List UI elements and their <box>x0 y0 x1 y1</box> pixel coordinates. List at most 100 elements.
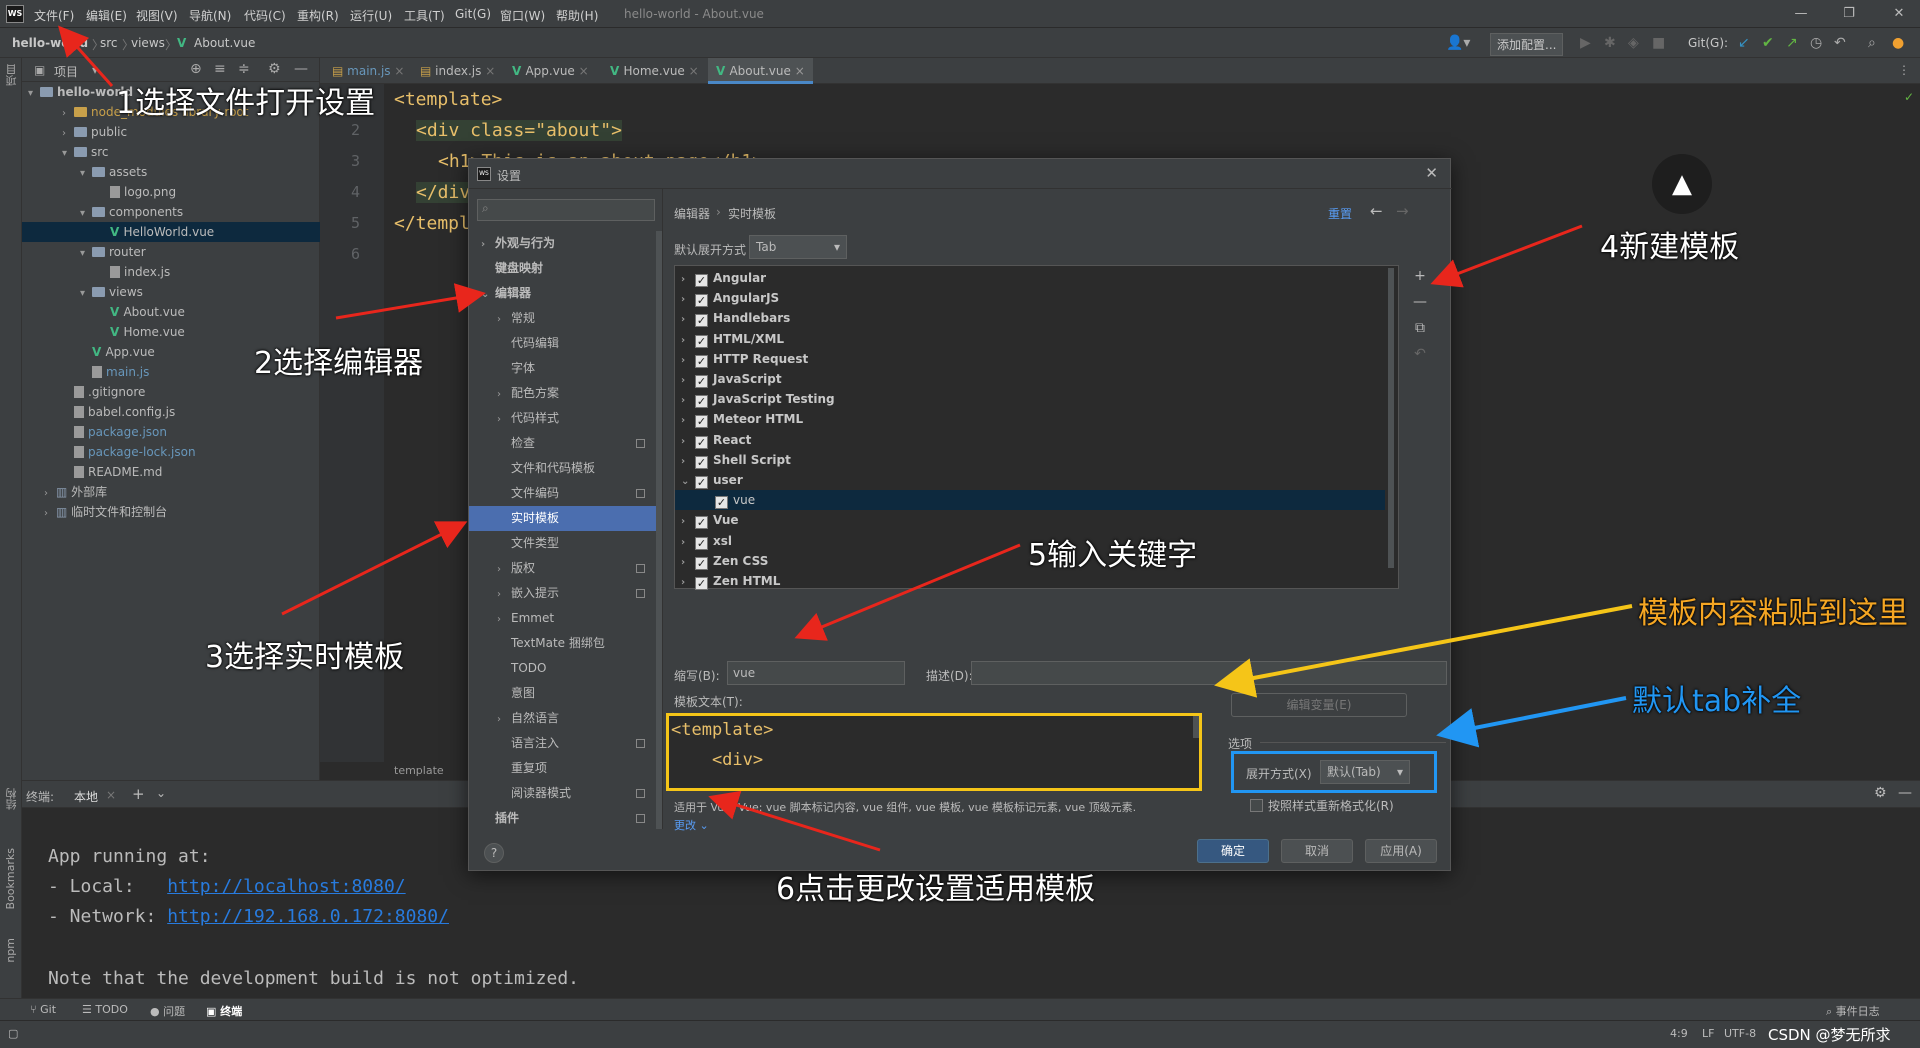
checkbox-icon[interactable]: ✓ <box>695 314 708 328</box>
tree-item[interactable]: › ▥ 外部库 <box>44 482 107 502</box>
chevron-right-icon[interactable]: › <box>681 351 695 371</box>
template-group[interactable]: › ✓ Meteor HTML <box>675 409 1385 429</box>
add-icon[interactable]: + <box>132 785 145 803</box>
settings-nav-item[interactable]: › 嵌入提示 <box>469 581 662 606</box>
copy-template-icon[interactable]: ⧉ <box>1409 317 1431 339</box>
menu-window[interactable]: 窗口(W) <box>500 7 545 24</box>
project-panel-title[interactable]: 项目 <box>54 63 78 80</box>
restore-template-icon[interactable]: ↶ <box>1409 343 1431 365</box>
template-text-editor[interactable]: <template> <div> <box>666 713 1202 791</box>
apply-button[interactable]: 应用(A) <box>1365 839 1437 863</box>
expand-with-select[interactable]: 默认(Tab) <box>1320 760 1410 784</box>
settings-nav-item[interactable]: ⌄ 编辑器 <box>469 281 662 306</box>
settings-search-input[interactable]: ⌕ <box>477 199 655 221</box>
breadcrumb-views[interactable]: views <box>131 36 165 50</box>
settings-nav-item[interactable]: › Emmet <box>469 606 662 631</box>
close-icon[interactable]: × <box>485 64 495 78</box>
todo-tool-tab[interactable]: ☰ TODO <box>82 1003 128 1016</box>
tree-item[interactable]: ▾ src <box>62 142 109 162</box>
git-commit-icon[interactable]: ✔ <box>1762 35 1774 51</box>
settings-nav-item[interactable]: 字体 <box>469 356 662 381</box>
chevron-right-icon[interactable]: › <box>681 512 695 532</box>
git-update-icon[interactable]: ↙ <box>1738 35 1750 51</box>
nav-scrollbar[interactable] <box>656 231 662 829</box>
abbreviation-input[interactable]: vue <box>727 661 905 685</box>
template-item[interactable]: ✓ vue <box>675 490 1385 511</box>
network-url-link[interactable]: http://192.168.0.172:8080/ <box>167 906 449 927</box>
terminal-tab-local[interactable]: 本地 <box>74 788 98 805</box>
terminal-tool-tab[interactable]: ▣ 终端 <box>206 1003 242 1019</box>
checkbox-icon[interactable]: ✓ <box>695 435 708 449</box>
checkbox-icon[interactable]: ✓ <box>695 354 708 368</box>
user-icon[interactable]: 👤▾ <box>1446 35 1470 51</box>
local-url-link[interactable]: http://localhost:8080/ <box>167 876 405 897</box>
chevron-right-icon[interactable]: › <box>681 432 695 452</box>
git-push-icon[interactable]: ↗ <box>1786 35 1798 51</box>
history-icon[interactable]: ◷ <box>1810 35 1822 51</box>
project-tool-label[interactable]: 项目 <box>4 64 20 86</box>
close-icon[interactable]: × <box>795 64 805 78</box>
add-template-icon[interactable]: + <box>1409 265 1431 287</box>
edit-variables-button[interactable]: 编辑变量(E) <box>1231 693 1407 717</box>
checkbox-icon[interactable]: ✓ <box>695 334 708 348</box>
close-icon[interactable]: ✕ <box>1425 164 1438 182</box>
checkbox-icon[interactable]: ✓ <box>695 375 708 388</box>
tree-item[interactable]: logo.png <box>98 182 176 202</box>
template-group[interactable]: › ✓ AngularJS <box>675 288 1385 308</box>
checkbox-icon[interactable]: ✓ <box>695 395 708 409</box>
settings-nav-item[interactable]: 语言注入 <box>469 731 662 756</box>
breadcrumb-project[interactable]: hello-world <box>12 36 88 50</box>
menu-file[interactable]: 文件(F) <box>34 7 74 24</box>
chevron-right-icon[interactable]: › <box>681 391 695 411</box>
template-group[interactable]: ⌄ ✓ user <box>675 470 1385 490</box>
minimize-icon[interactable]: — <box>1786 4 1816 24</box>
checkbox-icon[interactable]: ✓ <box>715 496 728 510</box>
bookmarks-tool-label[interactable]: Bookmarks <box>4 848 17 909</box>
settings-nav-item[interactable]: 代码编辑 <box>469 331 662 356</box>
ok-button[interactable]: 确定 <box>1197 839 1269 863</box>
checkbox-icon[interactable]: ✓ <box>695 516 708 530</box>
settings-nav-item[interactable]: 检查 <box>469 431 662 456</box>
checkbox-icon[interactable]: ✓ <box>695 476 708 489</box>
checkbox-icon[interactable]: ✓ <box>695 455 708 469</box>
template-group[interactable]: › ✓ Zen HTML <box>675 571 1385 591</box>
structure-tool-label[interactable]: 结构 <box>4 788 20 810</box>
reset-link[interactable]: 重置 <box>1328 205 1352 222</box>
debug-icon[interactable]: ✱ <box>1604 35 1616 51</box>
forward-arrow-icon[interactable]: → <box>1396 202 1409 220</box>
settings-nav-item[interactable]: TextMate 捆绑包 <box>469 631 662 656</box>
template-group[interactable]: › ✓ HTML/XML <box>675 329 1385 349</box>
reformat-checkbox[interactable]: 按照样式重新格式化(R) <box>1250 797 1394 814</box>
expand-all-icon[interactable]: ≡ <box>214 61 226 77</box>
template-group[interactable]: › ✓ JavaScript Testing <box>675 389 1385 409</box>
template-group[interactable]: › ✓ Handlebars <box>675 308 1385 328</box>
close-icon[interactable]: × <box>579 64 589 78</box>
chevron-down-icon[interactable]: ⌄ <box>156 786 166 800</box>
cancel-button[interactable]: 取消 <box>1281 839 1353 863</box>
tab-index-js[interactable]: ▤ index.js × <box>412 58 503 84</box>
default-expand-select[interactable]: Tab <box>749 235 847 259</box>
chevron-right-icon[interactable]: › <box>681 553 695 573</box>
checkbox-icon[interactable]: ✓ <box>695 274 708 287</box>
settings-nav-item[interactable]: TODO <box>469 656 662 681</box>
settings-nav-item[interactable]: 文件类型 <box>469 531 662 556</box>
file-encoding[interactable]: UTF-8 <box>1724 1027 1756 1040</box>
editor-breadcrumb-label[interactable]: template <box>394 764 444 777</box>
breadcrumb-src[interactable]: src <box>100 36 118 50</box>
tree-item[interactable]: V HelloWorld.vue <box>22 222 320 242</box>
checkbox-icon[interactable]: ✓ <box>695 415 708 429</box>
settings-nav-item[interactable]: 文件和代码模板 <box>469 456 662 481</box>
settings-nav-item[interactable]: 插件 <box>469 806 662 829</box>
chevron-right-icon[interactable]: › <box>681 452 695 472</box>
tree-item[interactable]: babel.config.js <box>62 402 175 422</box>
caret-position[interactable]: 4:9 <box>1670 1027 1688 1040</box>
tab-home-vue[interactable]: V Home.vue × <box>602 58 707 84</box>
list-scrollbar[interactable] <box>1388 268 1394 568</box>
template-group[interactable]: › ✓ Angular <box>675 268 1385 288</box>
tree-item[interactable]: › public <box>62 122 127 142</box>
checkbox-icon[interactable]: ✓ <box>695 556 708 570</box>
close-icon[interactable]: × <box>689 64 699 78</box>
breadcrumb-file[interactable]: About.vue <box>194 36 255 50</box>
menu-view[interactable]: 视图(V) <box>136 7 178 24</box>
run-icon[interactable]: ▶ <box>1580 35 1591 51</box>
